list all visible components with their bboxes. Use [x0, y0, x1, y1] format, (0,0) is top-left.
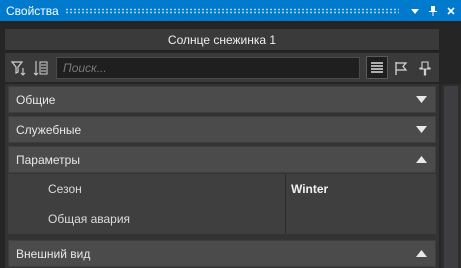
dropdown-icon[interactable]	[407, 3, 423, 19]
list-view-button[interactable]	[366, 56, 388, 79]
panel-titlebar[interactable]: Свойства	[0, 0, 461, 21]
section-general-label: Общие	[16, 92, 56, 107]
search-input[interactable]	[56, 56, 360, 79]
section-parameters[interactable]: Параметры	[8, 146, 436, 173]
property-value[interactable]: Winter	[291, 182, 328, 196]
scrollbar-thumb[interactable]	[444, 86, 458, 268]
property-grid: Общие Служебные Параметры Сезон Winter О…	[5, 84, 439, 268]
properties-toolbar	[5, 53, 439, 82]
drag-grip[interactable]	[64, 7, 399, 14]
section-parameters-label: Параметры	[16, 152, 80, 167]
chevron-down-icon	[416, 126, 427, 133]
close-icon[interactable]	[443, 3, 459, 19]
chevron-down-icon	[416, 96, 427, 103]
sort-icon	[33, 60, 48, 76]
flag-icon	[395, 61, 408, 75]
parameters-properties: Сезон Winter Общая авария	[8, 174, 436, 234]
pin-icon[interactable]	[425, 3, 441, 19]
panel-title: Свойства	[6, 3, 59, 18]
property-row[interactable]: Сезон Winter	[8, 174, 436, 204]
sort-button[interactable]	[30, 56, 52, 79]
filter-icon	[10, 60, 26, 76]
property-name: Общая авария	[48, 212, 131, 226]
section-appearance[interactable]: Внешний вид	[8, 240, 436, 267]
section-service-label: Служебные	[16, 122, 82, 137]
pin-icon	[419, 60, 431, 76]
section-appearance-label: Внешний вид	[16, 246, 91, 261]
object-name: Солнце снежинка 1	[5, 29, 439, 51]
vertical-scrollbar[interactable]	[441, 84, 461, 268]
chevron-up-icon	[416, 156, 427, 163]
flag-button[interactable]	[390, 56, 412, 79]
property-row[interactable]: Общая авария	[8, 204, 436, 234]
pin-props-button[interactable]	[414, 56, 436, 79]
section-service[interactable]: Служебные	[8, 116, 436, 143]
filter-button[interactable]	[8, 56, 30, 79]
property-name: Сезон	[48, 182, 82, 196]
list-view-icon	[371, 61, 383, 73]
chevron-up-icon	[416, 250, 427, 257]
section-general[interactable]: Общие	[8, 86, 436, 113]
